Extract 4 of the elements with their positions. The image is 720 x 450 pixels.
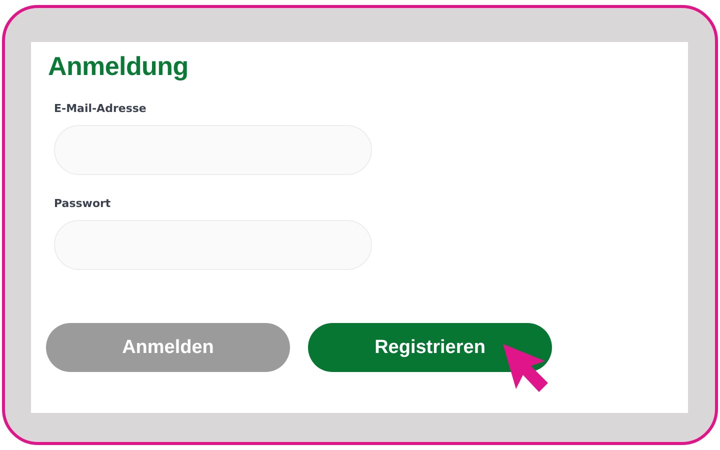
field-label: E-Mail-Adresse [54,102,146,116]
field-label: Passwort [54,197,111,211]
form-title: Anmeldung [48,50,188,82]
action-button[interactable]: Registrieren [308,323,552,372]
